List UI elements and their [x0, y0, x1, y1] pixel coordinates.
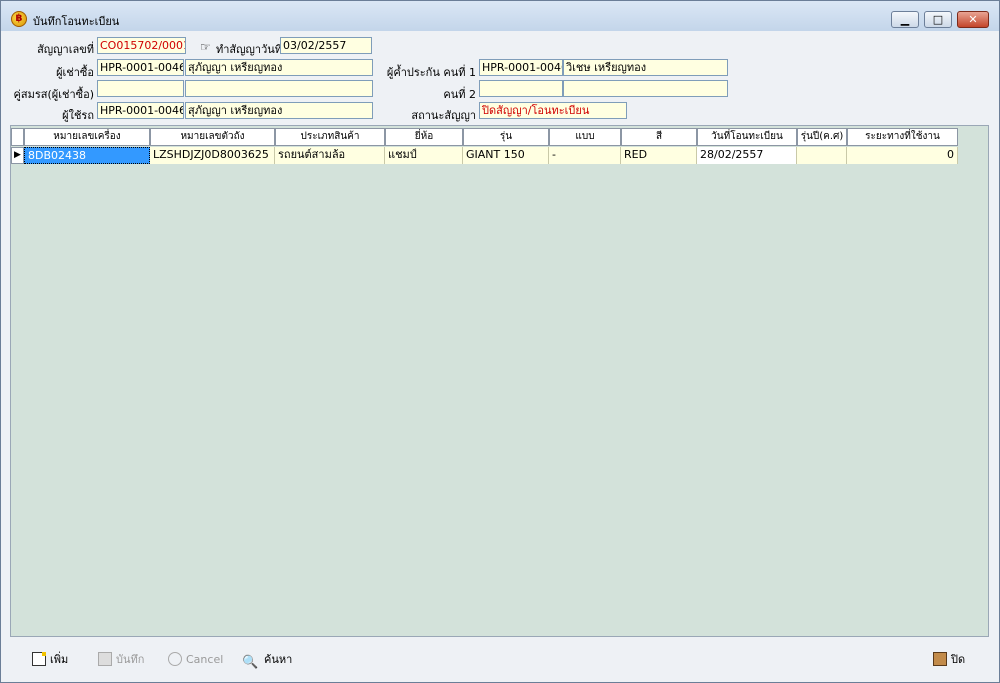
- contract-form: สัญญาเลขที่ CO015702/0001 ☞ ทำสัญญาวันที…: [10, 34, 990, 122]
- new-document-icon: [32, 652, 46, 666]
- guarantor2-label: คนที่ 2: [443, 88, 476, 101]
- cell-style[interactable]: -: [549, 147, 621, 164]
- col-header-style[interactable]: แบบ: [549, 128, 621, 146]
- add-button-label: เพิ่ม: [50, 653, 69, 666]
- exit-door-icon: [933, 652, 947, 666]
- spouse-label: คู่สมรส(ผู้เช่าซื้อ): [13, 88, 94, 101]
- col-header-engine-no[interactable]: หมายเลขเครื่อง: [24, 128, 150, 146]
- col-header-chassis-no[interactable]: หมายเลขตัวถัง: [150, 128, 275, 146]
- cell-model[interactable]: GIANT 150: [463, 147, 549, 164]
- row-indicator-icon: ▶: [11, 147, 24, 164]
- cell-brand[interactable]: แชมป์: [385, 147, 463, 164]
- spouse-name-field[interactable]: [185, 80, 373, 97]
- cancel-button-label: Cancel: [186, 653, 224, 666]
- cell-transfer-date[interactable]: 28/02/2557: [697, 147, 797, 164]
- status-label: สถานะสัญญา: [411, 109, 476, 122]
- contract-date-label: ทำสัญญาวันที่: [216, 43, 283, 56]
- col-header-product-type[interactable]: ประเภทสินค้า: [275, 128, 385, 146]
- contract-no-label: สัญญาเลขที่: [37, 43, 94, 56]
- buyer-code-field[interactable]: HPR-0001-00468: [97, 59, 184, 76]
- cell-product-type[interactable]: รถยนต์สามล้อ: [275, 147, 385, 164]
- cell-mileage[interactable]: 0: [847, 147, 958, 164]
- col-header-model[interactable]: รุ่น: [463, 128, 549, 146]
- close-window-button[interactable]: ✕: [957, 11, 989, 28]
- save-button-label: บันทึก: [116, 653, 145, 666]
- col-header-mileage[interactable]: ระยะทางที่ใช้งาน: [847, 128, 958, 146]
- guarantor2-code-field[interactable]: [479, 80, 563, 97]
- title-bar: ฿ บันทึกโอนทะเบียน ▁ □ ✕: [1, 1, 999, 31]
- col-header-brand[interactable]: ยี่ห้อ: [385, 128, 463, 146]
- guarantor1-label: ผู้ค้ำประกัน คนที่ 1: [386, 66, 476, 79]
- close-button[interactable]: ปิด: [933, 651, 965, 669]
- minimize-button[interactable]: ▁: [891, 11, 919, 28]
- cell-color[interactable]: RED: [621, 147, 697, 164]
- car-user-name-field[interactable]: สุภัญญา เหรียญทอง: [185, 102, 373, 119]
- car-user-code-field[interactable]: HPR-0001-00468: [97, 102, 184, 119]
- guarantor1-name-field[interactable]: วิเชษ เหรียญทอง: [563, 59, 728, 76]
- bottom-toolbar: เพิ่ม บันทึก Cancel 🔍 ค้นหา ปิด: [10, 641, 989, 677]
- car-user-label: ผู้ใช้รถ: [62, 109, 94, 122]
- cell-chassis-no[interactable]: LZSHDJZJ0D8003625: [150, 147, 275, 164]
- col-header-model-year[interactable]: รุ่นปี(ค.ศ): [797, 128, 847, 146]
- save-button[interactable]: บันทึก: [98, 651, 144, 669]
- buyer-label: ผู้เช่าซื้อ: [56, 66, 94, 79]
- contract-status-field[interactable]: ปิดสัญญา/โอนทะเบียน: [479, 102, 627, 119]
- maximize-button[interactable]: □: [924, 11, 952, 28]
- col-header-color[interactable]: สี: [621, 128, 697, 146]
- undo-icon: [168, 652, 182, 666]
- close-button-label: ปิด: [951, 653, 966, 666]
- guarantor1-code-field[interactable]: HPR-0001-00469: [479, 59, 563, 76]
- search-button[interactable]: 🔍 ค้นหา: [242, 651, 293, 670]
- cell-model-year[interactable]: [797, 147, 847, 164]
- guarantor2-name-field[interactable]: [563, 80, 728, 97]
- spouse-code-field[interactable]: [97, 80, 184, 97]
- floppy-disk-icon: [98, 652, 112, 666]
- binoculars-icon: 🔍: [242, 655, 259, 670]
- main-window: ฿ บันทึกโอนทะเบียน ▁ □ ✕ สัญญาเลขที่ CO0…: [0, 0, 1000, 683]
- col-header-transfer-date[interactable]: วันที่โอนทะเบียน: [697, 128, 797, 146]
- add-button[interactable]: เพิ่ม: [32, 651, 68, 669]
- app-icon: ฿: [11, 11, 27, 27]
- window-title: บันทึกโอนทะเบียน: [33, 15, 120, 28]
- contract-no-field[interactable]: CO015702/0001: [97, 37, 186, 54]
- grid-header-corner: [11, 128, 24, 146]
- search-button-label: ค้นหา: [264, 653, 293, 666]
- cell-engine-no[interactable]: 8DB02438: [24, 147, 150, 164]
- vehicle-grid[interactable]: หมายเลขเครื่อง หมายเลขตัวถัง ประเภทสินค้…: [10, 125, 989, 637]
- buyer-name-field[interactable]: สุภัญญา เหรียญทอง: [185, 59, 373, 76]
- cancel-button[interactable]: Cancel: [168, 651, 223, 669]
- contract-date-field[interactable]: 03/02/2557: [280, 37, 372, 54]
